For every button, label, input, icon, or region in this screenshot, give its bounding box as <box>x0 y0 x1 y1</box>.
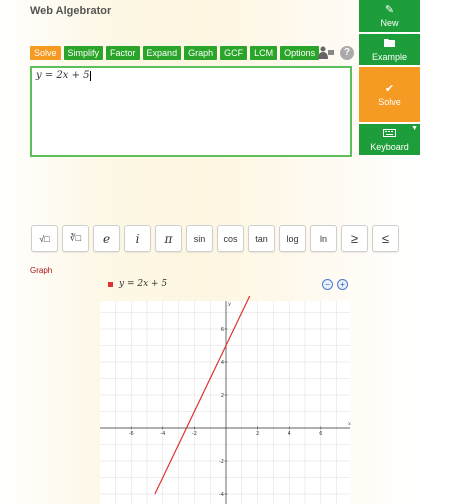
key-square-root[interactable]: √□ <box>31 225 58 252</box>
equation-input-value: y = 2x + 5 <box>36 70 90 81</box>
zoom-controls: − + <box>322 279 348 290</box>
y-tick-label: 4 <box>221 360 224 366</box>
key-pi[interactable]: π <box>155 225 182 252</box>
new-button[interactable]: ✎ New <box>359 0 420 32</box>
y-tick-label: 2 <box>221 393 224 399</box>
tab-gcf[interactable]: GCF <box>220 46 248 60</box>
key-ln[interactable]: ln <box>310 225 337 252</box>
keyboard-button[interactable]: ▼ Keyboard <box>359 124 420 155</box>
app-title: Web Algebrator <box>30 5 112 17</box>
zoom-in-icon[interactable]: + <box>337 279 348 290</box>
tab-graph[interactable]: Graph <box>184 46 218 60</box>
x-tick-label: -4 <box>160 431 165 437</box>
legend-label: y = 2x + 5 <box>119 279 168 289</box>
solve-button[interactable]: ✔ Solve <box>359 67 420 122</box>
key-greater-equal[interactable]: ≥ <box>341 225 368 252</box>
tab-options[interactable]: Options <box>280 46 320 60</box>
key-cos[interactable]: cos <box>217 225 244 252</box>
y-tick-label: -4 <box>219 492 224 498</box>
tab-simplify[interactable]: Simplify <box>63 46 104 60</box>
chevron-down-icon: ▼ <box>411 125 418 132</box>
key-cube-root[interactable]: ∛□ <box>62 225 89 252</box>
example-button-label: Example <box>371 51 407 62</box>
plot-background <box>100 301 350 504</box>
tab-solve[interactable]: Solve <box>30 46 61 60</box>
key-i[interactable]: i <box>124 225 151 252</box>
x-tick-label: 4 <box>288 431 291 437</box>
tab-lcm[interactable]: LCM <box>250 46 278 60</box>
x-tick-label: 6 <box>319 431 322 437</box>
tab-expand[interactable]: Expand <box>142 46 182 60</box>
text-caret <box>89 70 91 81</box>
graph-legend: y = 2x + 5 <box>108 279 167 289</box>
graph-plot[interactable]: x y -6 -4 -2 2 4 6 -4 -2 2 4 6 <box>95 296 355 504</box>
x-tick-label: 2 <box>256 431 259 437</box>
tutor-icon[interactable] <box>317 46 335 60</box>
y-tick-label: 6 <box>221 327 224 333</box>
key-sin[interactable]: sin <box>186 225 213 252</box>
x-axis-label: x <box>348 421 351 427</box>
x-tick-label: -6 <box>129 431 134 437</box>
new-button-label: New <box>380 18 399 28</box>
solve-button-label: Solve <box>378 96 401 107</box>
example-button[interactable]: Example <box>359 34 420 65</box>
graph-svg: x y -6 -4 -2 2 4 6 -4 -2 2 4 6 <box>100 296 351 504</box>
pencil-icon: ✎ <box>384 4 395 16</box>
keyboard-button-label: Keyboard <box>370 141 409 152</box>
tab-factor[interactable]: Factor <box>106 46 140 60</box>
x-tick-label: -2 <box>192 431 197 437</box>
folder-icon <box>384 38 395 50</box>
key-log[interactable]: log <box>279 225 306 252</box>
operation-tabs: Solve Simplify Factor Expand Graph GCF L… <box>30 46 320 60</box>
key-less-equal[interactable]: ≤ <box>372 225 399 252</box>
legend-swatch <box>108 281 113 287</box>
zoom-out-icon[interactable]: − <box>322 279 333 290</box>
key-e[interactable]: e <box>93 225 120 252</box>
help-icon[interactable]: ? <box>340 46 354 60</box>
y-tick-label: -2 <box>219 459 224 465</box>
y-axis-label: y <box>227 301 231 307</box>
math-keypad: √□ ∛□ e i π sin cos tan log ln ≥ ≤ <box>31 225 399 252</box>
graph-section-label: Graph <box>30 266 53 275</box>
equation-input[interactable]: y = 2x + 5 <box>30 66 352 157</box>
tool-icons: ? <box>317 46 354 60</box>
key-tan[interactable]: tan <box>248 225 275 252</box>
keyboard-icon <box>383 128 396 140</box>
check-icon: ✔ <box>384 82 395 95</box>
